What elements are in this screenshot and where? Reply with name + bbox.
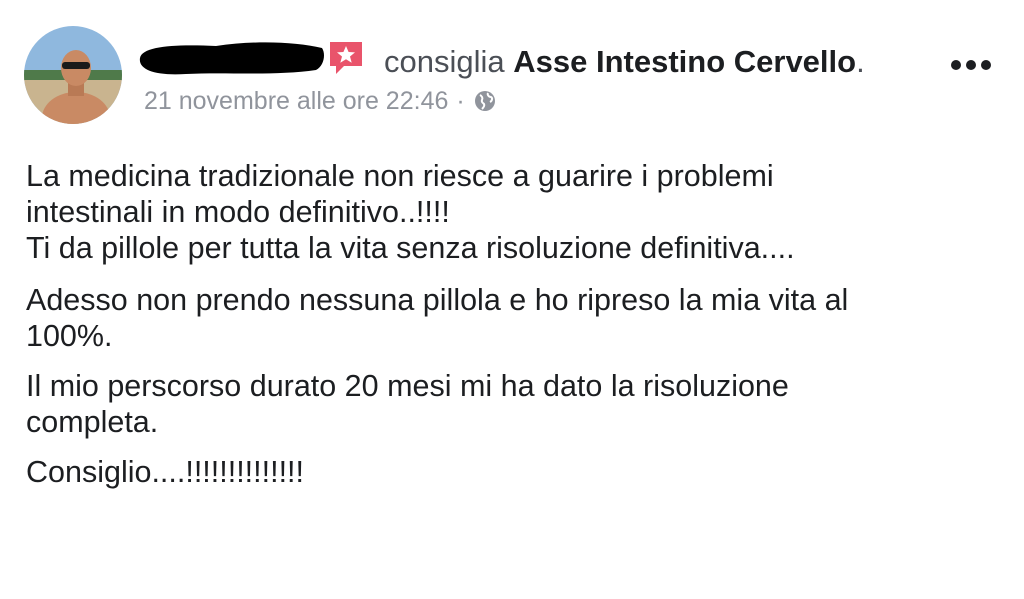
post-paragraph: Il mio perscorso durato 20 mesi mi ha da… [26, 369, 789, 439]
post-headline: consiglia Asse Intestino Cervello. [384, 44, 865, 80]
recommend-verb: consiglia [384, 44, 505, 79]
page-name-suffix: . [856, 44, 865, 79]
globe-icon[interactable] [473, 89, 497, 113]
page-name-link[interactable]: Asse Intestino Cervello [513, 44, 856, 79]
post-paragraph: Adesso non prendo nessuna pillola e ho r… [26, 283, 849, 353]
author-name-redacted [136, 38, 326, 78]
recommend-star-icon [326, 38, 366, 78]
post-paragraph: La medicina tradizionale non riesce a gu… [26, 159, 795, 265]
post-body: La medicina tradizionale non riesce a gu… [26, 158, 1006, 504]
more-options-icon[interactable] [946, 50, 996, 80]
avatar[interactable] [24, 26, 122, 124]
post-meta: 21 novembre alle ore 22:46 · [144, 86, 497, 116]
post-timestamp[interactable]: 21 novembre alle ore 22:46 [144, 86, 448, 116]
facebook-recommendation-post: consiglia Asse Intestino Cervello. 21 no… [0, 0, 1024, 599]
post-paragraph: Consiglio....!!!!!!!!!!!!!! [26, 455, 304, 489]
meta-separator: · [456, 87, 465, 115]
